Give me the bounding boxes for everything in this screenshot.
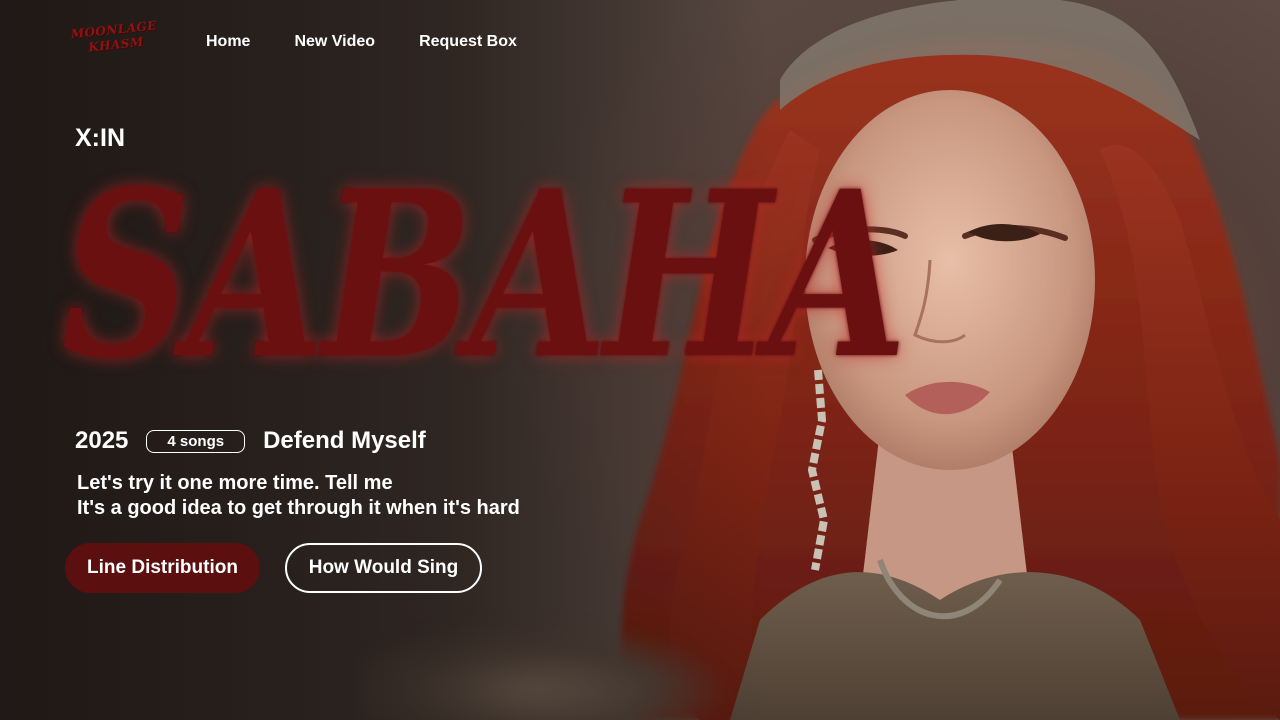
lyric-line-1: Let's try it one more time. Tell me	[77, 472, 393, 494]
hero-section: MOONLAGE KHASM Home New Video Request Bo…	[0, 0, 1280, 720]
album-name: Defend Myself	[263, 427, 426, 454]
nav-link-request-box[interactable]: Request Box	[419, 33, 517, 51]
how-would-sing-button[interactable]: How Would Sing	[285, 543, 482, 593]
songs-count-badge: 4 songs	[146, 429, 246, 453]
lyric-line-2: It's a good idea to get through it when …	[77, 497, 520, 519]
song-meta: 2025 4 songs Defend Myself	[75, 425, 426, 457]
site-logo[interactable]: MOONLAGE KHASM	[70, 17, 174, 67]
release-year: 2025	[75, 427, 129, 454]
line-distribution-button[interactable]: Line Distribution	[65, 543, 260, 593]
song-title: SABAHA	[62, 141, 907, 409]
nav-link-new-video[interactable]: New Video	[294, 33, 375, 51]
top-nav: MOONLAGE KHASM Home New Video Request Bo…	[70, 18, 517, 60]
nav-link-home[interactable]: Home	[206, 33, 250, 51]
